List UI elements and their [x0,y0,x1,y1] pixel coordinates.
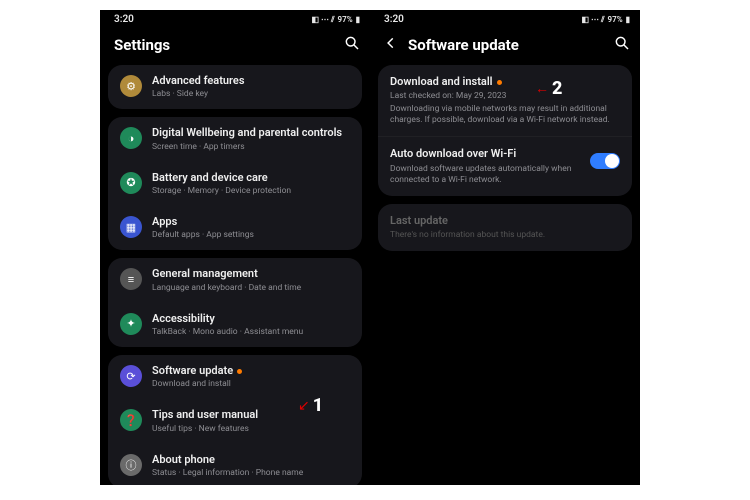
row-title: Apps [152,215,350,229]
phone-software-update: 3:20 ◧ ⋯ ⫽ 97% ▮ Software update Downloa… [370,10,640,485]
settings-digital-wellbeing-icon: ◑ [120,127,142,149]
row-title: Tips and user manual [152,408,350,422]
update-card: Download and install Last checked on: Ma… [378,65,632,196]
battery-icon: ▮ [626,15,630,24]
settings-digital-wellbeing[interactable]: ◑ Digital Wellbeing and parental controls… [108,117,362,161]
settings-group: ⚙ Advanced featuresLabs · Side key [108,65,362,109]
status-icons: ◧ ⋯ ⫽ [581,15,604,25]
row-subtitle: Screen time · App timers [152,142,350,153]
settings-software-update[interactable]: ⟳ Software updateDownload and install [108,355,362,399]
row-subtitle: Default apps · App settings [152,230,350,241]
settings-general-management-icon: ≡ [120,268,142,290]
settings-tips[interactable]: ❓ Tips and user manual Useful tips · New f… [108,399,362,443]
row-title: Accessibility [152,312,350,326]
battery-icon: ▮ [356,15,360,24]
settings-apps[interactable]: ▦ AppsDefault apps · App settings [108,206,362,250]
status-bar: 3:20 ◧ ⋯ ⫽ 97% ▮ [370,10,640,27]
last-update: Last update There's no information about… [378,204,632,251]
settings-tips-icon: ❓ [120,409,142,431]
settings-group: ≡ General management Language and keyboard… [108,258,362,347]
row-subtitle: Status · Legal information · Phone name [152,468,350,479]
row-title: Digital Wellbeing and parental controls [152,126,350,140]
row-subtitle: Download and install [152,379,350,390]
settings-battery-care[interactable]: ✪ Battery and device careStorage · Memory… [108,162,362,206]
download-title: Download and install [390,75,493,88]
row-subtitle: Language and keyboard · Date and time [152,283,350,294]
last-update-title: Last update [390,214,620,228]
settings-battery-care-icon: ✪ [120,172,142,194]
header: Settings [100,27,370,65]
phone-settings: 3:20 ◧ ⋯ ⫽ 97% ▮ Settings ⚙ Advanced feat… [100,10,370,485]
back-icon[interactable] [384,36,398,54]
row-title: Advanced features [152,74,350,88]
page-title: Settings [114,36,344,54]
header: Software update [370,27,640,65]
search-icon[interactable] [344,35,360,55]
last-update-desc: There's no information about this update… [390,230,620,241]
settings-accessibility[interactable]: ✦ AccessibilityTalkBack · Mono audio · As… [108,303,362,347]
auto-download-toggle[interactable] [590,153,620,169]
auto-download-row[interactable]: Auto download over Wi-Fi Download softwa… [378,136,632,195]
settings-apps-icon: ▦ [120,216,142,238]
settings-advanced-features[interactable]: ⚙ Advanced featuresLabs · Side key [108,65,362,109]
status-icons: ◧ ⋯ ⫽ [311,15,334,25]
row-subtitle: Storage · Memory · Device protection [152,186,350,197]
row-title: Software update [152,364,350,378]
row-subtitle: TalkBack · Mono audio · Assistant menu [152,327,350,338]
status-battery: 97% [608,15,623,24]
search-icon[interactable] [614,35,630,55]
row-title: About phone [152,453,350,467]
settings-general-management[interactable]: ≡ General management Language and keyboard… [108,258,362,302]
settings-about-phone-icon: ⓘ [120,454,142,476]
row-title: Battery and device care [152,171,350,185]
auto-download-desc: Download software updates automatically … [390,164,580,186]
row-subtitle: Labs · Side key [152,89,350,100]
update-dot-icon [237,369,242,374]
download-and-install[interactable]: Download and install Last checked on: Ma… [378,65,632,136]
settings-group: ⟳ Software updateDownload and install ❓ Tip… [108,355,362,485]
auto-download-title: Auto download over Wi-Fi [390,147,580,161]
status-time: 3:20 [384,14,404,25]
row-subtitle: Useful tips · New features [152,424,350,435]
download-warning: Downloading via mobile networks may resu… [390,104,620,126]
status-time: 3:20 [114,14,134,25]
last-update-card: Last update There's no information about… [378,204,632,251]
settings-software-update-icon: ⟳ [120,365,142,387]
settings-group: ◑ Digital Wellbeing and parental controls… [108,117,362,250]
page-title: Software update [408,36,614,54]
status-bar: 3:20 ◧ ⋯ ⫽ 97% ▮ [100,10,370,27]
row-title: General management [152,267,350,281]
settings-accessibility-icon: ✦ [120,313,142,335]
update-dot-icon [497,80,502,85]
settings-advanced-features-icon: ⚙ [120,75,142,97]
status-battery: 97% [338,15,353,24]
download-last-checked: Last checked on: May 29, 2023 [390,91,620,102]
settings-about-phone[interactable]: ⓘ About phoneStatus · Legal information ·… [108,444,362,485]
